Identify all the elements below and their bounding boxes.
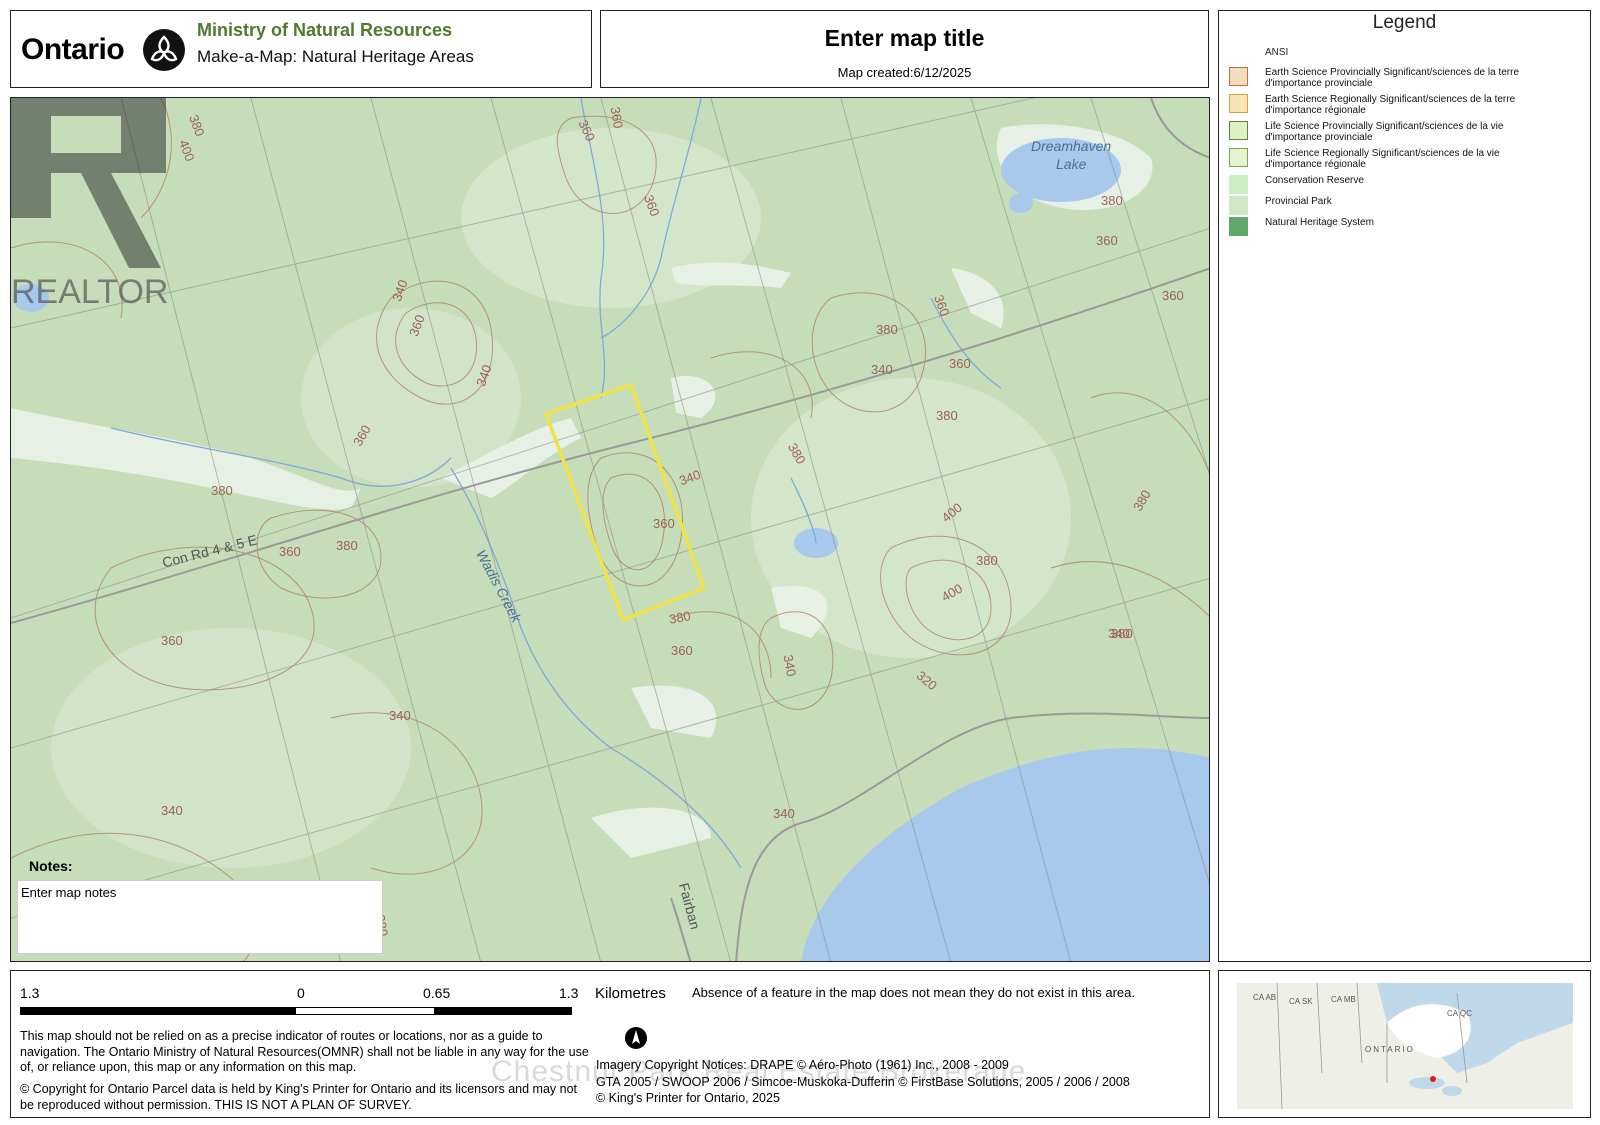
legend-label-line-2: d'importance provinciale	[1265, 78, 1373, 89]
legend-label-line-1: Life Science Provincially Significant/sc…	[1265, 121, 1504, 132]
notes-field[interactable]: Enter map notes	[17, 880, 383, 954]
contour-label: 340	[161, 803, 183, 818]
legend-label-line-1: Life Science Regionally Significant/scie…	[1265, 148, 1500, 159]
legend-label-line-1: Earth Science Provincially Significant/s…	[1265, 67, 1520, 78]
legend-swatch	[1229, 196, 1248, 215]
ministry-name: Ministry of Natural Resources	[197, 20, 453, 40]
inset-label-ontario: ONTARIO	[1365, 1045, 1415, 1054]
legend-label-line-2: d'importance provinciale	[1265, 132, 1373, 143]
legend-label-line-1: Conservation Reserve	[1265, 175, 1364, 186]
imagery-notices: Imagery Copyright Notices: DRAPE © Aéro-…	[596, 1057, 1130, 1107]
inset-label-sk: CA SK	[1289, 997, 1313, 1006]
contour-label: 380	[936, 408, 958, 423]
absence-note: Absence of a feature in the map does not…	[692, 985, 1135, 1000]
trillium-logo-icon	[143, 29, 185, 71]
contour-label: 360	[1096, 233, 1118, 248]
map-created-date: Map created:6/12/2025	[837, 65, 972, 80]
legend-label: Conservation Reserve	[1265, 175, 1565, 186]
contour-label: 360	[653, 516, 675, 531]
scale-label-mid: 0.65	[423, 985, 451, 1001]
legend-label: Life Science Provincially Significant/sc…	[1265, 121, 1565, 143]
locator-inset: CA AB CA SK CA MB CA QC ONTARIO	[1218, 970, 1591, 1118]
contour-label: 340	[389, 708, 411, 723]
legend-label: Earth Science Regionally Significant/sci…	[1265, 94, 1565, 116]
map-title[interactable]: Enter map title	[601, 25, 1208, 52]
map-footer: 1.3 0 0.65 1.3 Kilometres Absence of a f…	[10, 970, 1210, 1118]
legend-swatch	[1229, 217, 1248, 236]
ontario-wordmark: Ontario	[21, 33, 125, 66]
lake-label-2: Lake	[1056, 156, 1087, 172]
contour-label: 380	[211, 483, 233, 498]
legend-label-line-1: Provincial Park	[1265, 196, 1332, 207]
legend-label: Earth Science Provincially Significant/s…	[1265, 67, 1565, 89]
inset-label-ab: CA AB	[1253, 993, 1277, 1002]
scale-units: Kilometres	[595, 985, 666, 1002]
legend-label-line-2: d'importance régionale	[1265, 105, 1366, 116]
inset-label-qc: CA QC	[1447, 1009, 1472, 1018]
contour-label: 380	[336, 538, 358, 553]
legend-swatch	[1229, 67, 1248, 86]
legend-swatch	[1229, 175, 1248, 194]
scale-label-zero: 0	[297, 985, 305, 1001]
imagery-line-2: GTA 2005 / SWOOP 2006 / Simcoe-Muskoka-D…	[596, 1074, 1130, 1089]
scale-label-left: 1.3	[20, 985, 40, 1001]
legend-panel: Legend ANSI Earth Science Provincially S…	[1218, 10, 1591, 962]
scale-bar	[20, 1007, 572, 1015]
realtor-watermark-logo: REALTOR	[11, 98, 168, 311]
legend-swatch	[1229, 148, 1248, 167]
notes-placeholder: Enter map notes	[21, 885, 117, 900]
scale-label-right: 1.3	[559, 985, 579, 1001]
lake-label: Dreamhaven	[1031, 138, 1112, 154]
contour-label: 360	[949, 356, 971, 371]
map-title-panel: Enter map title Map created:6/12/2025	[600, 10, 1209, 88]
contour-label: 360	[1162, 288, 1184, 303]
legend-label: Life Science Regionally Significant/scie…	[1265, 148, 1565, 170]
contour-label: 380	[1101, 193, 1123, 208]
legend-label: Natural Heritage System	[1265, 217, 1565, 228]
contour-label: 380	[1111, 626, 1133, 641]
legend-label-line-1: Natural Heritage System	[1265, 217, 1374, 228]
locator-map: CA AB CA SK CA MB CA QC ONTARIO	[1237, 983, 1573, 1109]
legend-swatch	[1229, 121, 1248, 140]
notes-title: Notes:	[29, 858, 73, 874]
app-name: Make-a-Map: Natural Heritage Areas	[197, 47, 474, 66]
ministry-header: Ontario Ministry of Natural Resources Ma…	[10, 10, 592, 88]
legend-label-line-2: d'importance régionale	[1265, 159, 1366, 170]
contour-label: 380	[876, 322, 898, 337]
legend-group-ansi: ANSI	[1265, 47, 1289, 58]
contour-label: 360	[279, 544, 301, 559]
inset-label-mb: CA MB	[1331, 995, 1356, 1004]
svg-text:REALTOR: REALTOR	[11, 273, 168, 311]
contour-label: 360	[161, 633, 183, 648]
contour-label: 380	[976, 553, 998, 568]
legend-title: Legend	[1372, 12, 1437, 33]
legend-label-line-1: Earth Science Regionally Significant/sci…	[1265, 94, 1516, 105]
map-canvas[interactable]: REALTOR Dreamhaven Lake Con Rd 4 & 5 E W…	[10, 97, 1210, 962]
contour-label: 360	[671, 643, 693, 658]
contour-label: 340	[773, 806, 795, 821]
north-arrow-icon	[625, 1027, 647, 1049]
legend-label: Provincial Park	[1265, 196, 1565, 207]
location-marker-icon	[1430, 1076, 1436, 1082]
legend-swatch	[1229, 94, 1248, 113]
contour-label: 340	[871, 362, 893, 377]
imagery-line-3: © King's Printer for Ontario, 2025	[596, 1091, 780, 1105]
imagery-line-1: Imagery Copyright Notices: DRAPE © Aéro-…	[596, 1058, 1009, 1072]
